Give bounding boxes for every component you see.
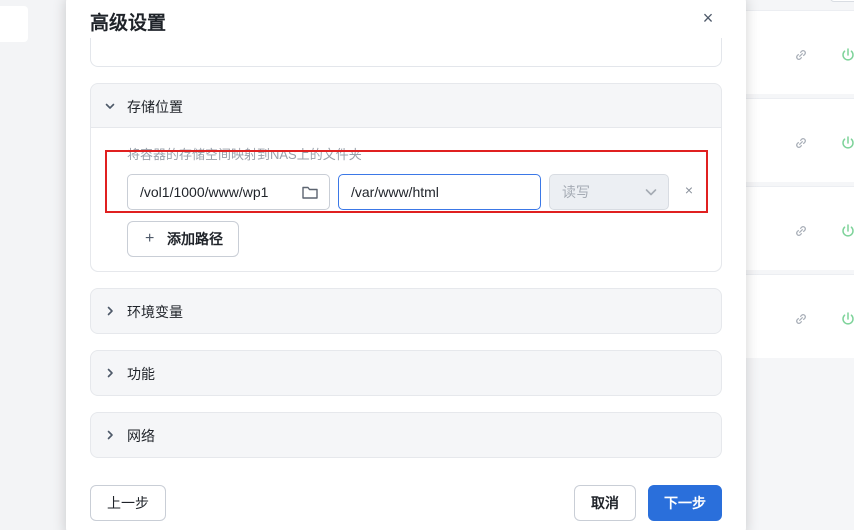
- advanced-settings-dialog: 高级设置 × 存储位置 将容器的存储空间映射到NAS上的文件夹 /vol1/10…: [66, 0, 746, 530]
- power-icon[interactable]: [840, 135, 854, 151]
- chevron-right-icon: [107, 306, 113, 316]
- power-icon[interactable]: [840, 311, 854, 327]
- host-path-value: /vol1/1000/www/wp1: [140, 184, 269, 200]
- next-step-button[interactable]: 下一步: [648, 485, 722, 521]
- host-path-input[interactable]: /vol1/1000/www/wp1: [127, 174, 330, 210]
- background-sidebar-item: [0, 6, 28, 42]
- power-icon[interactable]: [840, 47, 854, 63]
- background-row: [746, 10, 854, 94]
- panel-env-title: 环境变量: [127, 304, 183, 320]
- panel-env[interactable]: 环境变量: [90, 288, 722, 334]
- panel-storage-title: 存储位置: [127, 99, 183, 115]
- previous-panel-edge: [90, 38, 722, 67]
- panel-net-header[interactable]: 网络: [91, 413, 721, 457]
- add-path-button[interactable]: + 添加路径: [127, 221, 239, 257]
- panel-env-header[interactable]: 环境变量: [91, 289, 721, 333]
- background-row: [746, 98, 854, 182]
- dialog-title: 高级设置: [90, 13, 167, 34]
- add-path-label: 添加路径: [167, 231, 223, 247]
- link-icon[interactable]: [794, 48, 808, 62]
- container-path-input[interactable]: /var/www/html: [338, 174, 541, 210]
- folder-icon[interactable]: [301, 183, 319, 201]
- panel-func[interactable]: 功能: [90, 350, 722, 396]
- panel-func-header[interactable]: 功能: [91, 351, 721, 395]
- close-button[interactable]: ×: [698, 8, 718, 28]
- chevron-right-icon: [107, 430, 113, 440]
- plus-icon: +: [145, 230, 155, 247]
- previous-step-button[interactable]: 上一步: [90, 485, 166, 521]
- panel-storage-body: 将容器的存储空间映射到NAS上的文件夹 /vol1/1000/www/wp1 /…: [91, 128, 721, 271]
- chevron-down-icon: [105, 103, 115, 109]
- background-row: [746, 186, 854, 270]
- permission-select[interactable]: 读写: [549, 174, 669, 210]
- container-path-value: /var/www/html: [351, 184, 439, 200]
- remove-mapping-button[interactable]: ×: [681, 182, 697, 198]
- panel-storage: 存储位置 将容器的存储空间映射到NAS上的文件夹 /vol1/1000/www/…: [90, 83, 722, 272]
- panel-net[interactable]: 网络: [90, 412, 722, 458]
- permission-value: 读写: [562, 184, 590, 200]
- power-icon[interactable]: [840, 223, 854, 239]
- chevron-right-icon: [107, 368, 113, 378]
- panel-net-title: 网络: [127, 428, 155, 444]
- panel-storage-header[interactable]: 存储位置: [91, 84, 721, 128]
- link-icon[interactable]: [794, 312, 808, 326]
- panel-func-title: 功能: [127, 366, 155, 382]
- background-row: [746, 274, 854, 358]
- link-icon[interactable]: [794, 224, 808, 238]
- dropdown-arrow-icon: [645, 189, 657, 196]
- link-icon[interactable]: [794, 136, 808, 150]
- background-top-button: [830, 0, 854, 2]
- cancel-button[interactable]: 取消: [574, 485, 636, 521]
- background-sidebar: [0, 0, 66, 530]
